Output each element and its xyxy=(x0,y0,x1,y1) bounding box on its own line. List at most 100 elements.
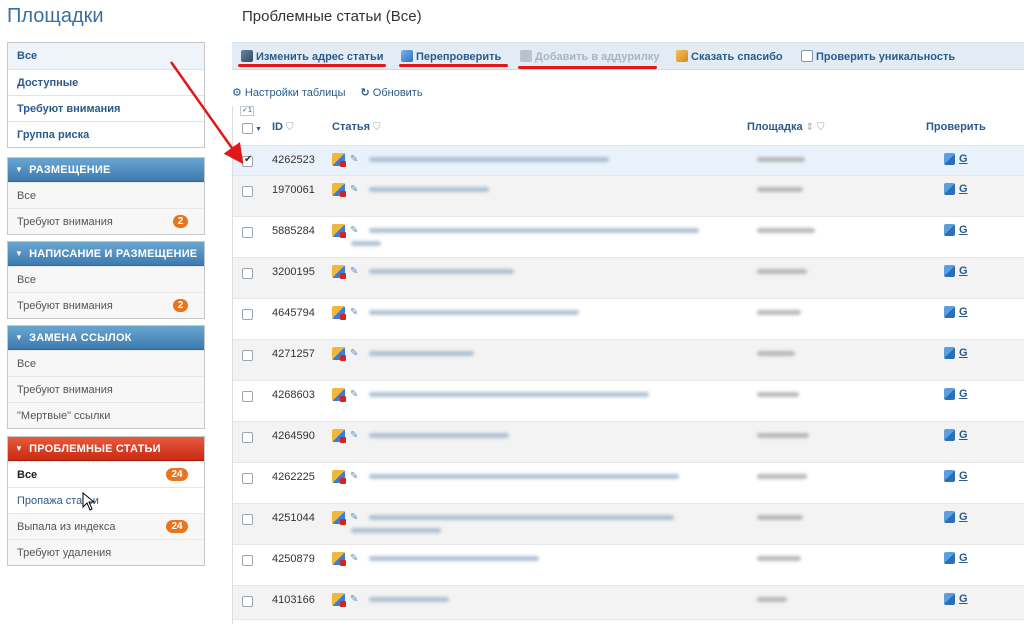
index-status-icon[interactable] xyxy=(332,593,346,607)
row-checkbox[interactable] xyxy=(242,154,253,167)
google-check-link[interactable]: G xyxy=(944,183,968,196)
index-status-icon[interactable] xyxy=(332,183,346,197)
table-row[interactable]: 1970061 ✎ G xyxy=(233,176,1024,217)
table-row[interactable]: 4262523 ✎ G xyxy=(233,146,1024,176)
google-check-link[interactable]: G xyxy=(944,552,968,565)
table-row[interactable]: 4251044 ✎ G xyxy=(233,504,1024,545)
sidebar-item-available[interactable]: Доступные xyxy=(8,69,204,95)
row-checkbox[interactable] xyxy=(242,185,253,197)
table-row[interactable]: 4264590 ✎ G xyxy=(233,422,1024,463)
article-link-redacted[interactable] xyxy=(369,228,699,233)
sidebar-item-problem-all[interactable]: Все 24 xyxy=(8,461,204,487)
sidebar-item-risk-group[interactable]: Группа риска xyxy=(8,121,204,147)
filter-icon[interactable]: ⛉ xyxy=(373,122,381,133)
index-status-icon[interactable] xyxy=(332,470,346,484)
group-header-placement[interactable]: ▼ РАЗМЕЩЕНИЕ xyxy=(8,158,204,182)
edit-link-icon[interactable]: ✎ xyxy=(350,389,360,400)
index-status-icon[interactable] xyxy=(332,306,346,320)
article-link-redacted[interactable] xyxy=(369,310,579,315)
add-to-addurl-button[interactable]: Добавить в аддурилку xyxy=(520,50,659,63)
google-check-link[interactable]: G xyxy=(944,511,968,524)
google-check-link[interactable]: G xyxy=(944,265,968,278)
sidebar-item-attention[interactable]: Требуют внимания xyxy=(8,95,204,121)
google-check-link[interactable]: G xyxy=(944,347,968,360)
column-header-id[interactable]: ID ⛉ xyxy=(272,121,294,133)
article-link-redacted[interactable] xyxy=(369,474,679,479)
table-row[interactable]: 4103166 ✎ G xyxy=(233,586,1024,620)
change-url-button[interactable]: Изменить адрес статьи xyxy=(241,50,383,63)
row-checkbox[interactable] xyxy=(242,308,253,320)
group-header-link-replacement[interactable]: ▼ ЗАМЕНА ССЫЛОК xyxy=(8,326,204,350)
table-row[interactable]: 4250879 ✎ G xyxy=(233,545,1024,586)
row-checkbox[interactable] xyxy=(242,595,253,607)
google-check-link[interactable]: G xyxy=(944,306,968,319)
article-link-redacted[interactable] xyxy=(369,392,649,397)
sidebar-item-all[interactable]: Все xyxy=(8,43,204,69)
say-thanks-button[interactable]: Сказать спасибо xyxy=(676,50,783,63)
edit-link-icon[interactable]: ✎ xyxy=(350,184,360,195)
edit-link-icon[interactable]: ✎ xyxy=(350,266,360,277)
row-checkbox[interactable] xyxy=(242,349,253,361)
table-row[interactable]: 4262225 ✎ G xyxy=(233,463,1024,504)
article-link-redacted[interactable] xyxy=(369,351,474,356)
sidebar-item-links-all[interactable]: Все xyxy=(8,350,204,376)
index-status-icon[interactable] xyxy=(332,511,346,525)
table-row[interactable]: 4268603 ✎ G xyxy=(233,381,1024,422)
edit-link-icon[interactable]: ✎ xyxy=(350,348,360,359)
edit-link-icon[interactable]: ✎ xyxy=(350,594,360,605)
google-check-link[interactable]: G xyxy=(944,153,968,166)
google-check-link[interactable]: G xyxy=(944,388,968,401)
sidebar-item-links-attention[interactable]: Требуют внимания xyxy=(8,376,204,402)
article-link-redacted[interactable] xyxy=(369,433,509,438)
table-row[interactable]: 5885284 ✎ G xyxy=(233,217,1024,258)
row-checkbox[interactable] xyxy=(242,267,253,279)
edit-link-icon[interactable]: ✎ xyxy=(350,512,360,523)
index-status-icon[interactable] xyxy=(332,388,346,402)
select-all-checkbox[interactable]: ▼ xyxy=(242,122,262,134)
sidebar-item-article-missing[interactable]: Пропажа статьи xyxy=(8,487,204,513)
sidebar-item-writing-all[interactable]: Все xyxy=(8,266,204,292)
google-check-link[interactable]: G xyxy=(944,224,968,237)
index-status-icon[interactable] xyxy=(332,347,346,361)
table-settings-link[interactable]: ⚙ Настройки таблицы xyxy=(232,87,345,99)
edit-link-icon[interactable]: ✎ xyxy=(350,225,360,236)
index-status-icon[interactable] xyxy=(332,265,346,279)
recheck-button[interactable]: Перепроверить xyxy=(401,50,501,63)
article-link-redacted[interactable] xyxy=(369,597,449,602)
index-status-icon[interactable] xyxy=(332,552,346,566)
article-link-redacted[interactable] xyxy=(369,556,539,561)
row-checkbox[interactable] xyxy=(242,513,253,525)
article-link-redacted[interactable] xyxy=(351,528,441,533)
article-link-redacted[interactable] xyxy=(369,157,609,162)
refresh-link[interactable]: ↻ Обновить xyxy=(361,87,423,99)
google-check-link[interactable]: G xyxy=(944,470,968,483)
sidebar-item-need-removal[interactable]: Требуют удаления xyxy=(8,539,204,565)
table-row[interactable]: 4271257 ✎ G xyxy=(233,340,1024,381)
check-uniqueness-button[interactable]: Проверить уникальность xyxy=(801,50,955,63)
table-row[interactable]: 3200195 ✎ G xyxy=(233,258,1024,299)
edit-link-icon[interactable]: ✎ xyxy=(350,553,360,564)
filter-icon[interactable]: ⛉ xyxy=(286,122,294,133)
group-header-writing-placement[interactable]: ▼ НАПИСАНИЕ И РАЗМЕЩЕНИЕ xyxy=(8,242,204,266)
article-link-redacted[interactable] xyxy=(369,187,489,192)
google-check-link[interactable]: G xyxy=(944,593,968,606)
sidebar-item-placement-attention[interactable]: Требуют внимания 2 xyxy=(8,208,204,234)
sidebar-item-writing-attention[interactable]: Требуют внимания 2 xyxy=(8,292,204,318)
edit-link-icon[interactable]: ✎ xyxy=(350,471,360,482)
google-check-link[interactable]: G xyxy=(944,429,968,442)
index-status-icon[interactable] xyxy=(332,429,346,443)
edit-link-icon[interactable]: ✎ xyxy=(350,154,360,165)
index-status-icon[interactable] xyxy=(332,153,346,167)
edit-link-icon[interactable]: ✎ xyxy=(350,307,360,318)
sidebar-item-dead-links[interactable]: "Мертвые" ссылки xyxy=(8,402,204,428)
article-link-redacted[interactable] xyxy=(369,515,674,520)
sidebar-item-placement-all[interactable]: Все xyxy=(8,182,204,208)
article-link-redacted[interactable] xyxy=(351,241,381,246)
row-checkbox[interactable] xyxy=(242,554,253,566)
row-checkbox[interactable] xyxy=(242,390,253,402)
row-checkbox[interactable] xyxy=(242,472,253,484)
column-header-site[interactable]: Площадка ⇕ ⛉ xyxy=(747,121,825,133)
edit-link-icon[interactable]: ✎ xyxy=(350,430,360,441)
sidebar-item-dropped-index[interactable]: Выпала из индекса 24 xyxy=(8,513,204,539)
sort-icon[interactable]: ⇕ xyxy=(806,122,814,133)
